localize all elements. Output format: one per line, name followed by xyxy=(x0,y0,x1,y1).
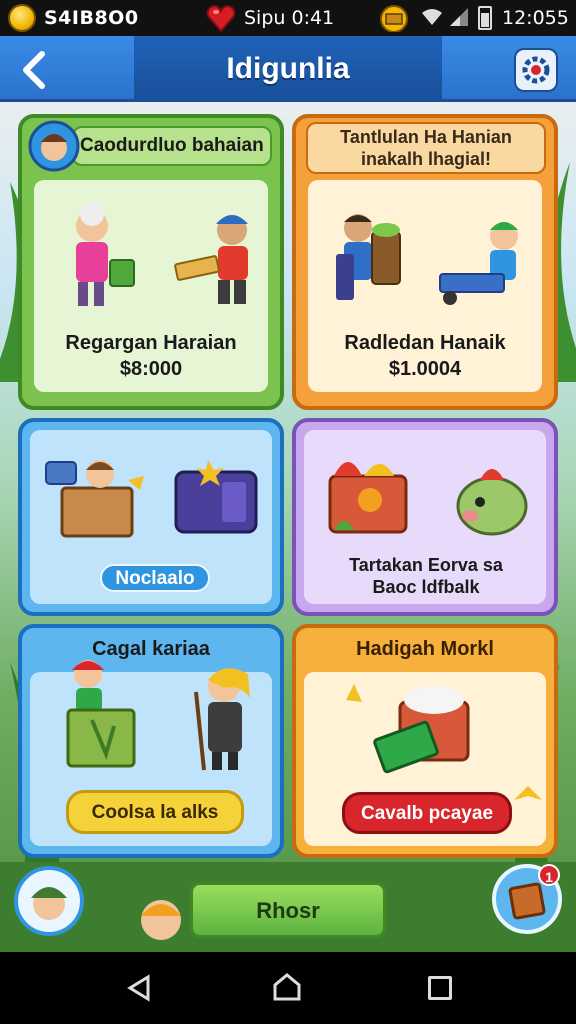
helper-character-icon xyxy=(141,900,181,940)
card-storage[interactable]: Noclaalo xyxy=(18,418,284,616)
gear-icon xyxy=(522,56,550,84)
status-bar: S4IB8O0 Sipu 0:41 12:055 xyxy=(0,0,576,36)
card-title: Tartakan Eorva sa Baoc ldfbalk xyxy=(349,555,503,597)
card-daily-reward[interactable]: Caodurdluo bahaian Regargan Haraian $8:0… xyxy=(18,114,284,410)
gift-box-icon xyxy=(346,684,470,774)
claim-button[interactable]: Cavalb pcayae xyxy=(342,792,512,834)
main-action-button[interactable]: Rhosr xyxy=(190,882,386,938)
coin-icon xyxy=(8,4,36,32)
pig-creature-icon xyxy=(456,469,528,536)
girl-with-box-icon xyxy=(66,660,136,768)
status-text: Sipu 0:41 xyxy=(244,7,335,29)
card-title: Regargan Haraian xyxy=(65,332,237,354)
back-button[interactable] xyxy=(16,50,52,90)
card-value: $8:000 xyxy=(119,358,183,380)
clock: 12:055 xyxy=(502,7,569,29)
card-market[interactable]: Tartakan Eorva sa Baoc ldfbalk xyxy=(292,418,558,616)
battery-icon xyxy=(478,6,492,30)
purple-chest-icon xyxy=(174,460,258,534)
storage-crate-icon xyxy=(45,460,144,538)
coin-count: S4IB8O0 xyxy=(44,7,139,29)
profile-button[interactable] xyxy=(14,866,84,936)
top-header: Idigunlia xyxy=(0,36,576,102)
sparkle-icon xyxy=(514,786,542,800)
vegetable-crate-icon xyxy=(328,462,408,534)
collect-button[interactable]: Coolsa la alks xyxy=(66,790,244,834)
card-banner: Caodurdluo bahaian xyxy=(80,135,264,156)
system-navbar xyxy=(0,952,576,1024)
nav-recents-icon[interactable] xyxy=(428,976,452,1000)
cell-signal-icon xyxy=(450,8,468,26)
merchant-character-icon xyxy=(174,215,248,304)
grandma-character-icon xyxy=(76,202,135,306)
card-quest[interactable]: Cagal kariaa Coolsa la alks xyxy=(18,624,284,858)
old-man-character-icon xyxy=(194,668,250,771)
treasure-icon xyxy=(380,5,408,32)
settings-button[interactable] xyxy=(514,48,558,92)
card-value: $1.0004 xyxy=(388,358,462,380)
worker-character-icon xyxy=(439,222,518,305)
card-banner: Tantlulan Ha Hanian inakalh lhagial! xyxy=(340,127,512,169)
wifi-icon xyxy=(422,9,442,25)
page-title: Idigunlia xyxy=(226,52,350,85)
player-avatar-icon xyxy=(28,120,80,172)
card-gift[interactable]: Hadigah Morkl Cavalb pcayae xyxy=(292,624,558,858)
card-banner: Hadigah Morkl xyxy=(356,638,494,660)
storage-label: Noclaalo xyxy=(100,564,210,592)
ruby-icon xyxy=(206,4,236,32)
profile-avatar-icon xyxy=(31,887,67,920)
nav-back-icon[interactable] xyxy=(126,974,152,1002)
card-title: Radledan Hanaik xyxy=(344,332,506,354)
nav-home-icon[interactable] xyxy=(272,972,302,1002)
notification-badge: 1 xyxy=(538,864,560,886)
farmer-character-icon xyxy=(336,214,401,300)
card-daily-offer[interactable]: Tantlulan Ha Hanian inakalh lhagial! Rad… xyxy=(292,114,558,410)
